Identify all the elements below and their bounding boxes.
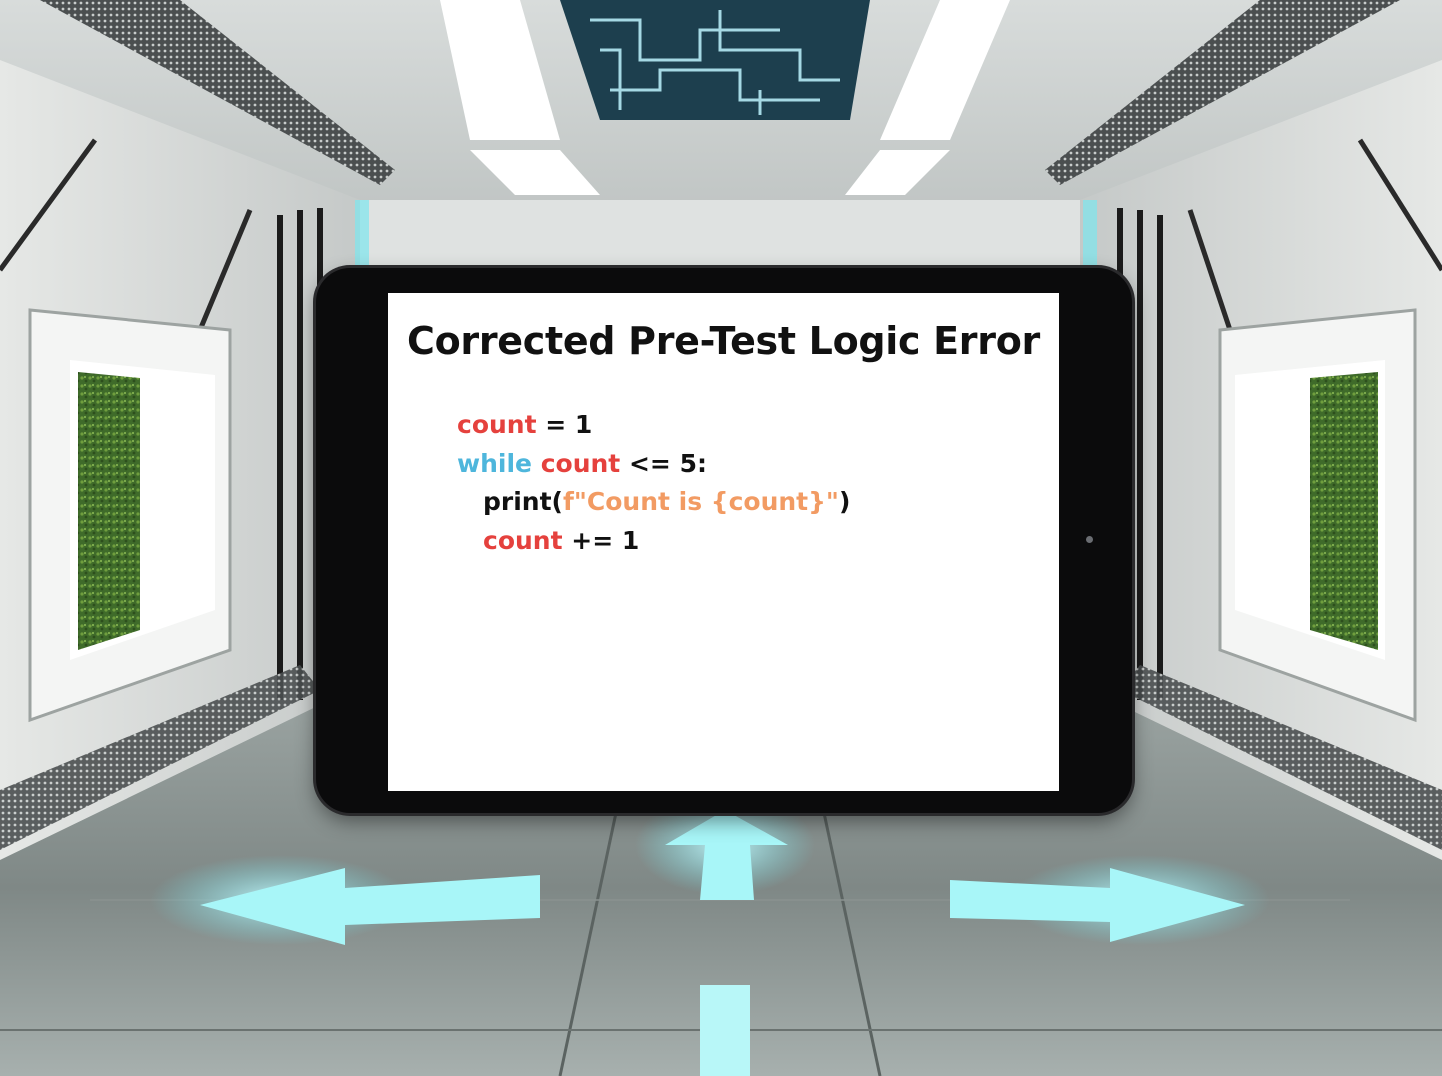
code-text: = 1	[536, 410, 593, 439]
code-variable: count	[483, 525, 563, 555]
code-text: += 1	[562, 525, 640, 555]
tablet-camera-dot	[1086, 536, 1093, 543]
slide-title: Corrected Pre-Test Logic Error	[407, 319, 1040, 363]
code-block: count = 1 while count <= 5: print(f"Coun…	[457, 406, 850, 560]
code-line-3: print(f"Count is {count}")	[457, 483, 850, 522]
tablet-screen: Corrected Pre-Test Logic Error count = 1…	[388, 293, 1059, 791]
code-variable: count	[457, 410, 537, 439]
code-line-1: count = 1	[457, 406, 850, 445]
code-text: )	[838, 487, 851, 516]
code-variable: count	[540, 448, 621, 478]
code-text: <= 5:	[620, 448, 707, 478]
tablet-device: Corrected Pre-Test Logic Error count = 1…	[316, 268, 1132, 813]
code-line-2: while count <= 5:	[457, 445, 850, 484]
code-line-4: count += 1	[457, 522, 850, 561]
code-function: print(	[483, 487, 563, 516]
code-keyword: while	[457, 448, 532, 478]
code-string: f"Count is {count}"	[562, 487, 839, 516]
